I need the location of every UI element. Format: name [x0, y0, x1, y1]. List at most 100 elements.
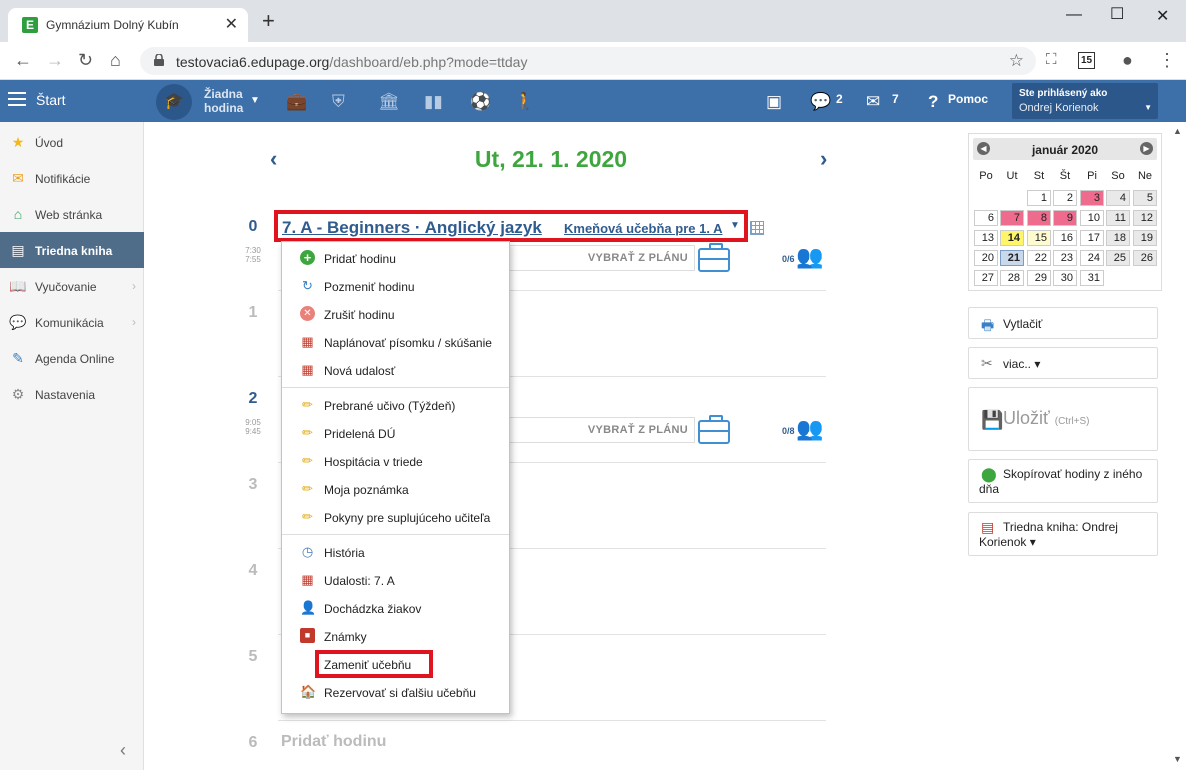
graduation-cap-icon[interactable]: 🎓 — [156, 84, 192, 120]
menu-item-curriculum[interactable]: ✏ Prebrané učivo (Týždeň) — [282, 391, 509, 417]
calendar-day[interactable]: 15 — [1027, 230, 1051, 246]
browser-tab[interactable]: E Gymnázium Dolný Kubín ✕ — [8, 8, 248, 42]
calendar-day[interactable]: 1 — [1027, 190, 1051, 206]
menu-item-reserve-room[interactable]: 🏠 Rezervovať si ďalšiu učebňu — [282, 678, 509, 704]
briefcase-icon[interactable] — [698, 243, 730, 272]
timetable-grid-icon[interactable] — [750, 221, 764, 235]
screen-share-icon[interactable]: ▣ — [766, 92, 782, 112]
calendar-day[interactable]: 2 — [1053, 190, 1077, 206]
profile-icon[interactable]: ● — [1122, 51, 1133, 69]
briefcase-icon[interactable] — [698, 415, 730, 444]
scroll-up-icon[interactable]: ▲ — [1173, 126, 1182, 136]
calendar-day[interactable]: 13 — [974, 230, 998, 246]
calendar-day[interactable]: 9 — [1053, 210, 1077, 226]
cast-icon[interactable]: ⛶ — [1046, 51, 1057, 69]
calendar-day[interactable]: 12 — [1133, 210, 1157, 226]
menu-item-inspection[interactable]: ✏ Hospitácia v triede — [282, 447, 509, 473]
sidebar-item-agenda[interactable]: ✎ Agenda Online — [0, 340, 144, 376]
help-link[interactable]: Pomoc — [948, 92, 988, 106]
calendar-day[interactable]: 11 — [1106, 210, 1130, 226]
calendar-day[interactable]: 3 — [1080, 190, 1104, 206]
students-icon[interactable]: 👥 — [796, 244, 823, 270]
sidebar-item-komunikacia[interactable]: 💬 Komunikácia › — [0, 304, 144, 340]
browser-menu-icon[interactable]: ⋮ — [1158, 51, 1176, 69]
institution-icon[interactable]: 🏛 — [378, 92, 400, 112]
hamburger-menu-icon[interactable] — [8, 92, 26, 106]
copy-lessons-button[interactable]: ⬤ Skopírovať hodiny z iného dňa — [968, 459, 1158, 503]
calendar-day[interactable]: 30 — [1053, 270, 1077, 286]
next-day-icon[interactable]: › — [820, 146, 827, 172]
calendar-day[interactable]: 23 — [1053, 250, 1077, 266]
calendar-day[interactable]: 4 — [1106, 190, 1130, 206]
menu-item-cancel-lesson[interactable]: ✕ Zrušiť hodinu — [282, 300, 509, 326]
scroll-down-icon[interactable]: ▼ — [1173, 754, 1182, 764]
help-icon[interactable]: ? — [928, 92, 938, 112]
maximize-icon[interactable]: ☐ — [1110, 4, 1124, 24]
calendar-day[interactable]: 22 — [1027, 250, 1051, 266]
scrollbar[interactable]: ▲ ▼ — [1170, 122, 1186, 770]
menu-item-new-event[interactable]: ▦ Nová udalosť — [282, 356, 509, 382]
sidebar-item-triedna-kniha[interactable]: ▤ Triedna kniha — [0, 232, 144, 268]
menu-item-substitute-notes[interactable]: ✏ Pokyny pre suplujúceho učiteľa — [282, 503, 509, 529]
next-month-icon[interactable]: ▶ — [1140, 142, 1153, 155]
calendar-day[interactable]: 5 — [1133, 190, 1157, 206]
collapse-sidebar-icon[interactable]: ‹ — [120, 740, 126, 761]
minimize-icon[interactable]: — — [1066, 6, 1082, 24]
reload-icon[interactable]: ↻ — [78, 51, 93, 69]
students-icon[interactable]: 👥 — [796, 416, 823, 442]
calendar-day[interactable]: 25 — [1106, 250, 1130, 266]
plan-select[interactable]: VYBRAŤ Z PLÁNU — [505, 245, 695, 271]
shield-icon[interactable]: ⛨ — [332, 92, 345, 112]
calendar-day[interactable]: 10 — [1080, 210, 1104, 226]
tab-close-icon[interactable]: ✕ — [225, 14, 238, 34]
sidebar-item-notifikacie[interactable]: ✉ Notifikácie — [0, 160, 144, 196]
calendar-day[interactable]: 31 — [1080, 270, 1104, 286]
calendar-day[interactable]: 28 — [1000, 270, 1024, 286]
sidebar-item-web[interactable]: ⌂ Web stránka — [0, 196, 144, 232]
calendar-day[interactable]: 8 — [1027, 210, 1051, 226]
extension-badge-icon[interactable]: 15 — [1078, 52, 1095, 69]
bar-chart-icon[interactable]: ▮▮ — [424, 92, 443, 112]
mail-icon[interactable]: ✉ — [866, 92, 880, 112]
calendar-day[interactable]: 16 — [1053, 230, 1077, 246]
menu-item-plan-test[interactable]: ▦ Naplánovať písomku / skúšanie — [282, 328, 509, 354]
chat-bubbles-icon[interactable]: 💬 — [810, 92, 831, 112]
menu-item-events[interactable]: ▦ Udalosti: 7. A — [282, 566, 509, 592]
menu-item-my-note[interactable]: ✏ Moja poznámka — [282, 475, 509, 501]
more-button[interactable]: ✂ viac.. ▾ — [968, 347, 1158, 379]
walking-icon[interactable]: 🚶 — [514, 92, 535, 112]
calendar-day[interactable]: 29 — [1027, 270, 1051, 286]
calendar-day[interactable]: 26 — [1133, 250, 1157, 266]
new-tab-icon[interactable]: + — [262, 10, 275, 32]
window-close-icon[interactable]: ✕ — [1156, 6, 1169, 26]
calendar-day[interactable]: 18 — [1106, 230, 1130, 246]
start-link[interactable]: Štart — [36, 92, 66, 108]
sidebar-item-vyucovanie[interactable]: 📖 Vyučovanie › — [0, 268, 144, 304]
class-book-selector[interactable]: ▤ Triedna kniha: Ondrej Korienok ▾ — [968, 512, 1158, 556]
menu-item-grades[interactable]: ■ Známky — [282, 622, 509, 648]
calendar-day[interactable]: 21 — [1000, 250, 1024, 266]
menu-item-change-lesson[interactable]: ↻ Pozmeniť hodinu — [282, 272, 509, 298]
lesson-header[interactable]: 7. A - Beginners · Anglický jazyk Kmeňov… — [274, 210, 748, 242]
calendar-day[interactable]: 14 — [1000, 230, 1024, 246]
room-dropdown-icon[interactable]: ▼ — [730, 220, 740, 231]
calendar-day[interactable]: 6 — [974, 210, 998, 226]
menu-item-attendance[interactable]: 👤 Dochádzka žiakov — [282, 594, 509, 620]
save-button[interactable]: 💾 Uložiť (Ctrl+S) — [968, 387, 1158, 451]
current-lesson-selector[interactable]: Žiadna hodina — [204, 87, 243, 115]
url-bar[interactable]: testovacia6.edupage.org/dashboard/eb.php… — [140, 47, 1036, 75]
calendar-day[interactable]: 24 — [1080, 250, 1104, 266]
calendar-day[interactable]: 20 — [974, 250, 998, 266]
plan-select[interactable]: VYBRAŤ Z PLÁNU — [505, 417, 695, 443]
menu-item-history[interactable]: ◷ História — [282, 538, 509, 564]
chevron-down-icon[interactable]: ▼ — [250, 95, 260, 106]
calendar-day[interactable]: 27 — [974, 270, 998, 286]
calendar-day[interactable]: 19 — [1133, 230, 1157, 246]
sidebar-item-uvod[interactable]: ★ Úvod — [0, 124, 144, 160]
sport-ball-icon[interactable]: ⚽ — [470, 92, 491, 112]
calendar-day[interactable]: 17 — [1080, 230, 1104, 246]
lesson-title-link[interactable]: 7. A - Beginners · Anglický jazyk — [282, 218, 542, 238]
back-icon[interactable]: ← — [14, 51, 32, 69]
print-button[interactable]: 🖶 Vytlačiť — [968, 307, 1158, 339]
menu-item-homework[interactable]: ✏ Pridelená DÚ — [282, 419, 509, 445]
